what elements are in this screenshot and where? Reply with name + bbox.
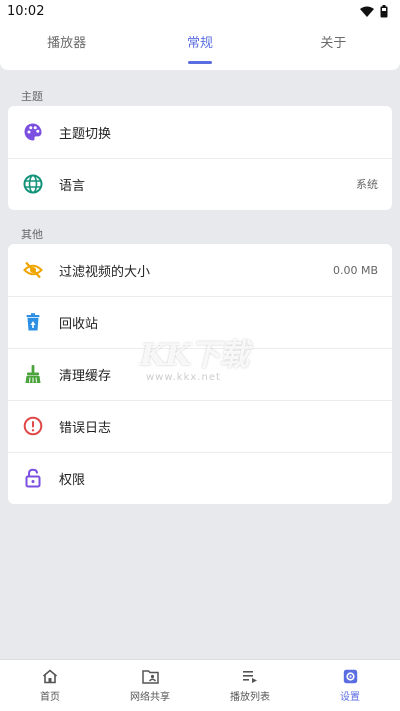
nav-item-label: 设置 [340,691,360,703]
nav-item-playlist[interactable]: 播放列表 [200,660,300,711]
top-tab-bar: 播放器 常规 关于 [0,22,400,70]
settings-item-recycle-bin[interactable]: 回收站 [8,296,392,348]
settings-item-filter-video-size[interactable]: 过滤视频的大小 0.00 MB [8,244,392,296]
settings-item-clear-cache[interactable]: 清理缓存 [8,348,392,400]
network-share-icon [141,669,159,684]
settings-item-language[interactable]: 语言 系统 [8,158,392,210]
home-icon [42,668,58,683]
nav-item-network-share[interactable]: 网络共享 [100,660,200,711]
settings-item-value: 0.00 MB [332,263,378,277]
settings-icon [343,669,357,683]
error-icon [22,415,44,437]
eye-off-icon [22,259,44,281]
settings-item-permissions[interactable]: 权限 [8,452,392,504]
nav-item-label: 网络共享 [130,691,170,703]
nav-item-settings[interactable]: 设置 [300,660,400,711]
wifi-icon [360,6,374,17]
status-icons [360,4,388,18]
palette-icon [22,121,44,143]
globe-icon [22,173,44,195]
nav-item-label: 首页 [40,691,60,703]
settings-item-label: 权限 [59,472,86,488]
status-bar: 10:02 [0,0,400,22]
settings-item-label: 清理缓存 [59,368,112,384]
settings-item-label: 主题切换 [59,126,112,142]
theme-card: 主题切换 语言 系统 [8,106,392,210]
settings-item-label: 语言 [59,178,86,194]
nav-item-label: 播放列表 [230,691,270,703]
lock-icon [22,467,44,489]
settings-item-label: 过滤视频的大小 [59,264,151,280]
other-card: 过滤视频的大小 0.00 MB 回收站 清理缓存 错误日志 权限 [8,244,392,504]
status-time: 10:02 [7,3,45,19]
settings-item-theme-switch[interactable]: 主题切换 [8,106,392,158]
tab-about[interactable]: 关于 [267,22,400,70]
section-title-theme: 主题 [21,90,43,103]
section-title-other: 其他 [21,228,43,241]
broom-icon [22,363,44,385]
tab-general[interactable]: 常规 [133,22,266,70]
settings-item-label: 错误日志 [59,420,112,436]
recycle-bin-icon [22,311,44,333]
playlist-icon [243,670,257,683]
settings-item-value: 系统 [356,178,378,191]
nav-item-home[interactable]: 首页 [0,660,100,711]
battery-icon [380,4,388,17]
settings-item-error-log[interactable]: 错误日志 [8,400,392,452]
settings-item-label: 回收站 [59,316,99,332]
bottom-nav: 首页 网络共享 播放列表 设置 [0,659,400,711]
tab-player[interactable]: 播放器 [0,22,133,70]
